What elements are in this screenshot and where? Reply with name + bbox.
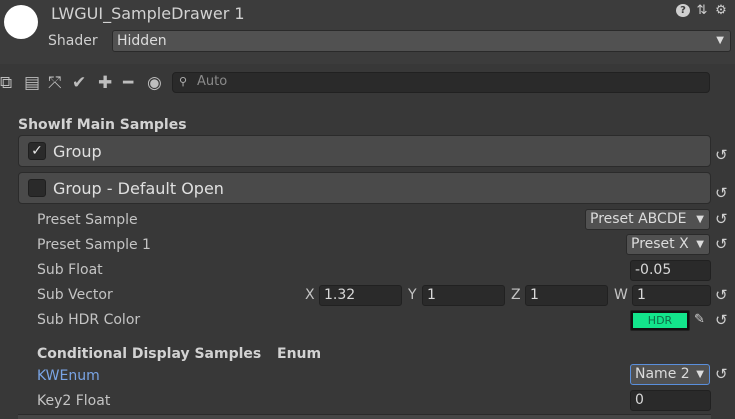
collapse-icon[interactable]: ⤧: [48, 73, 62, 93]
chevron-down-icon: ▼: [716, 35, 724, 46]
group-header-2[interactable]: Group - Default Open: [18, 172, 711, 204]
vector-w-label: W: [614, 287, 628, 303]
reset-icon[interactable]: ↺: [715, 311, 728, 329]
reset-icon[interactable]: ↺: [715, 235, 728, 253]
paste-icon[interactable]: ▤: [24, 73, 40, 93]
kwenum-value: Name 2: [635, 366, 690, 382]
shader-dropdown[interactable]: Hidden ▼: [112, 30, 731, 52]
eye-icon[interactable]: ◉: [147, 73, 162, 93]
header-icons: ? ⇅ ⚙: [676, 4, 728, 18]
vector-w-field[interactable]: 1: [632, 285, 711, 306]
preset-sample-dropdown[interactable]: Preset ABCDE ▼: [585, 209, 710, 230]
section-title-showif: ShowIf Main Samples: [18, 117, 187, 133]
vector-x-label: X: [305, 287, 315, 303]
preset-sample-label: Preset Sample: [37, 212, 138, 228]
check-icon[interactable]: ✔: [72, 73, 86, 93]
next-group-header: [18, 414, 711, 419]
kwenum-label: KWEnum: [37, 368, 100, 384]
search-icon: ⚲: [179, 75, 188, 88]
preset-sample-1-label: Preset Sample 1: [37, 237, 151, 253]
sub-float-label: Sub Float: [37, 262, 103, 278]
eyedropper-icon[interactable]: ✎: [694, 312, 705, 327]
help-icon[interactable]: ?: [676, 4, 690, 17]
chevron-down-icon: ▼: [696, 214, 704, 225]
group-header-1[interactable]: ✓ Group: [18, 135, 711, 167]
group2-checkbox[interactable]: [28, 179, 46, 197]
reset-icon[interactable]: ↺: [715, 210, 728, 228]
search-input[interactable]: ⚲ Auto: [172, 72, 710, 93]
vector-z-field[interactable]: 1: [525, 285, 608, 306]
search-placeholder: Auto: [197, 74, 228, 89]
chevron-down-icon: ▼: [696, 239, 704, 250]
minus-icon[interactable]: ━: [123, 73, 133, 93]
kwenum-dropdown[interactable]: Name 2 ▼: [630, 364, 710, 385]
sub-float-field[interactable]: -0.05: [630, 260, 711, 281]
vector-y-field[interactable]: 1: [422, 285, 505, 306]
group2-label: Group - Default Open: [53, 179, 224, 198]
vector-x-field[interactable]: 1.32: [319, 285, 402, 306]
group1-checkbox[interactable]: ✓: [28, 142, 46, 160]
shader-label: Shader: [48, 33, 98, 49]
key2-float-label: Key2 Float: [37, 393, 111, 409]
plus-icon[interactable]: ✚: [98, 73, 112, 93]
sub-vector-label: Sub Vector: [37, 287, 113, 303]
hdr-badge: HDR: [633, 313, 687, 328]
preset-sample-1-dropdown[interactable]: Preset X ▼: [626, 234, 710, 255]
section-title-conditional: Conditional Display Samples: [37, 346, 262, 362]
hdr-color-swatch[interactable]: HDR: [630, 310, 690, 331]
vector-z-label: Z: [511, 287, 521, 303]
preset-sample-value: Preset ABCDE: [590, 211, 687, 227]
reset-icon[interactable]: ↺: [715, 146, 728, 164]
preset-settings-icon[interactable]: ⇅: [695, 4, 709, 18]
shader-value: Hidden: [117, 33, 167, 49]
section-subtitle-enum: Enum: [277, 346, 322, 362]
chevron-down-icon: ▼: [696, 369, 704, 380]
gear-icon[interactable]: ⚙: [714, 4, 728, 18]
material-preview-icon: [4, 5, 38, 39]
preset-sample-1-value: Preset X: [631, 236, 689, 252]
reset-icon[interactable]: ↺: [715, 184, 728, 202]
material-title: LWGUI_SampleDrawer 1: [51, 4, 245, 23]
reset-icon[interactable]: ↺: [715, 286, 728, 304]
vector-y-label: Y: [408, 287, 417, 303]
group1-label: Group: [53, 142, 102, 161]
reset-icon[interactable]: ↺: [715, 365, 728, 383]
copy-icon[interactable]: ⧉: [0, 73, 12, 93]
sub-hdr-color-label: Sub HDR Color: [37, 312, 141, 328]
key2-float-field[interactable]: 0: [630, 390, 711, 411]
